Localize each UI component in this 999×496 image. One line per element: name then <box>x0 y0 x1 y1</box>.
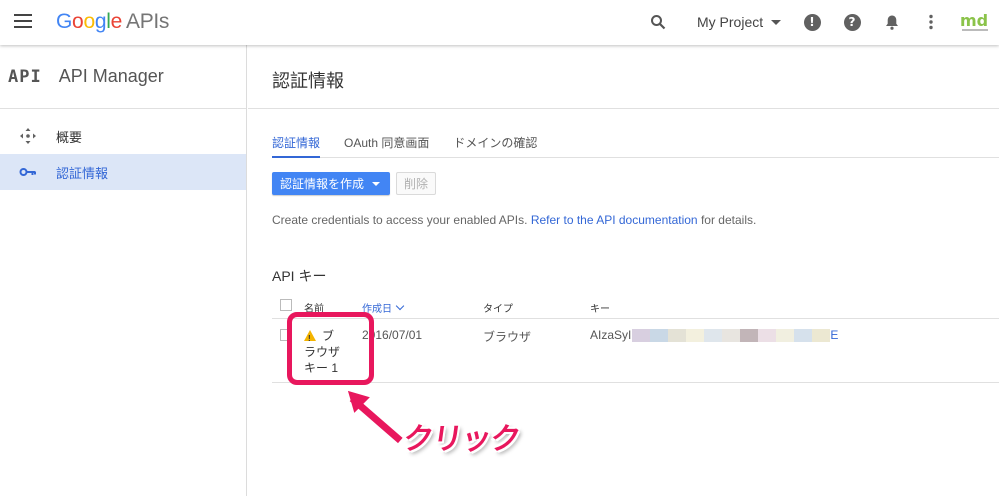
sidebar-item-label: 概要 <box>56 129 83 145</box>
column-header-type[interactable]: タイプ <box>483 300 513 315</box>
highlight-box <box>287 312 374 385</box>
key-type: ブラウザ <box>483 330 532 344</box>
tab-oauth-consent[interactable]: OAuth 同意画面 <box>344 131 429 157</box>
search-icon[interactable] <box>648 12 668 32</box>
key-icon <box>0 167 56 177</box>
api-key-suffix: E <box>830 328 839 342</box>
sidebar-title: API Manager <box>58 66 164 86</box>
description-after: for details. <box>700 213 757 227</box>
click-annotation-label: クリック <box>401 422 522 457</box>
delete-button[interactable]: 削除 <box>396 172 437 195</box>
logo-letter: o <box>83 10 95 33</box>
logo-letter: e <box>110 10 123 33</box>
redacted-key-blur <box>632 329 831 343</box>
tab-bar: 認証情報 OAuth 同意画面 ドメインの確認 <box>272 131 999 158</box>
more-vert-icon[interactable] <box>921 12 941 32</box>
create-credentials-label: 認証情報を作成 <box>280 177 365 191</box>
select-all-checkbox[interactable] <box>280 299 292 311</box>
help-glyph: ? <box>843 13 861 31</box>
api-key-value: AIzaSyI E <box>590 328 839 343</box>
description-text: Create credentials to access your enable… <box>272 213 756 227</box>
table-row[interactable]: ブ ラウザ キー 1 2016/07/01 ブラウザ AIzaSyIE <box>272 319 999 383</box>
logo-letter: g <box>94 10 107 33</box>
api-keys-table: 名前 作成日 タイプ キー ブ ラウザ キー 1 2016/07/01 ブラウザ… <box>272 295 999 383</box>
api-keys-section-title: API キー <box>272 268 327 284</box>
column-header-key[interactable]: キー <box>590 300 610 315</box>
caret-down-icon <box>372 181 381 186</box>
description-before: Create credentials to access your enable… <box>272 213 528 227</box>
table-header: 名前 作成日 タイプ キー <box>272 295 999 319</box>
page-title: 認証情報 <box>248 45 999 109</box>
project-selector[interactable]: My Project <box>697 14 782 30</box>
sidebar-header: API API Manager <box>0 45 246 109</box>
brand-mark-text: md <box>960 11 988 30</box>
notifications-bell-icon[interactable] <box>882 12 902 32</box>
logo-letter: o <box>72 10 84 33</box>
tab-domain-verification[interactable]: ドメインの確認 <box>453 131 537 157</box>
sidebar-item-overview[interactable]: 概要 <box>0 118 246 154</box>
project-name: My Project <box>697 14 764 30</box>
move-icon <box>0 128 56 144</box>
account-avatar[interactable]: md <box>958 10 992 34</box>
logo-letter: G <box>56 10 73 33</box>
help-icon[interactable]: ? <box>842 12 862 32</box>
sidebar-item-credentials[interactable]: 認証情報 <box>0 154 246 190</box>
menu-icon[interactable] <box>14 14 32 28</box>
sidebar: API API Manager 概要 認証情報 <box>0 45 247 496</box>
tab-credentials[interactable]: 認証情報 <box>272 131 321 158</box>
sort-chevron-icon <box>395 301 405 310</box>
api-key-prefix: AIzaSyI <box>590 328 632 342</box>
main-content: 認証情報 認証情報 OAuth 同意画面 ドメインの確認 認証情報を作成 削除 … <box>248 45 999 496</box>
google-apis-logo[interactable]: Google APIs <box>56 10 169 34</box>
top-app-bar: Google APIs My Project ! ? md <box>0 0 999 45</box>
logo-suffix: APIs <box>125 10 170 33</box>
create-credentials-button[interactable]: 認証情報を作成 <box>272 172 391 195</box>
caret-down-icon <box>771 19 782 25</box>
api-documentation-link[interactable]: Refer to the API documentation <box>531 213 698 227</box>
feedback-icon[interactable]: ! <box>802 12 822 32</box>
feedback-glyph: ! <box>803 13 821 31</box>
api-icon: API <box>8 66 42 87</box>
sidebar-item-label: 認証情報 <box>56 165 109 181</box>
